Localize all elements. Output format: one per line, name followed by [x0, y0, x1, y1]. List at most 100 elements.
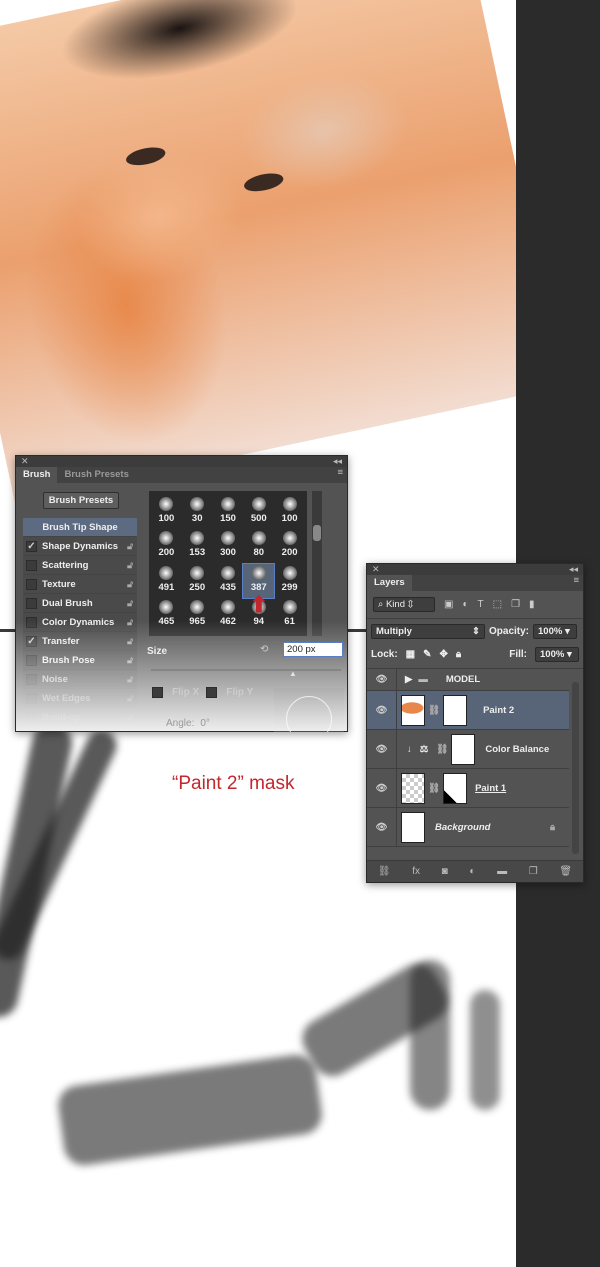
brush-tip[interactable]: 80: [243, 529, 274, 563]
layer-background[interactable]: 👁︎ Background 🔒︎: [367, 808, 569, 847]
brush-tip[interactable]: 465: [151, 598, 182, 632]
brush-tip[interactable]: 94 ⬆: [243, 592, 274, 632]
option-scattering[interactable]: Scattering 🔓︎: [23, 556, 137, 575]
close-icon[interactable]: ✕: [372, 564, 380, 575]
panel-menu-icon[interactable]: ≡: [337, 467, 347, 483]
type-filter-icon[interactable]: T: [478, 599, 484, 610]
brush-tip[interactable]: 30: [182, 495, 213, 529]
lock-icon[interactable]: 🔓︎: [127, 674, 133, 685]
filter-toggle[interactable]: ▮: [529, 599, 535, 610]
lock-icon[interactable]: 🔓︎: [127, 693, 133, 704]
lock-icon[interactable]: 🔓︎: [127, 541, 133, 552]
checkbox[interactable]: [26, 692, 37, 704]
brush-tip[interactable]: 965: [182, 598, 213, 632]
brush-tip[interactable]: 300: [213, 529, 244, 563]
lock-icon[interactable]: 🔓︎: [127, 655, 133, 666]
size-input[interactable]: 200 px: [283, 642, 343, 657]
brush-tip[interactable]: 150: [213, 495, 244, 529]
new-adjustment-icon[interactable]: ◐: [469, 866, 475, 877]
option-noise[interactable]: Noise 🔓︎: [23, 670, 137, 689]
brush-tip[interactable]: 491: [151, 564, 182, 598]
checkbox[interactable]: ✓: [26, 540, 37, 552]
tab-brush[interactable]: Brush: [16, 467, 58, 483]
blend-mode-select[interactable]: Multiply ⇕: [371, 624, 485, 639]
option-texture[interactable]: Texture 🔓︎: [23, 575, 137, 594]
brush-tip[interactable]: 200: [151, 529, 182, 563]
layer-mask-thumbnail[interactable]: [451, 733, 476, 765]
brush-tip[interactable]: 100: [151, 495, 182, 529]
brush-tip[interactable]: 153: [182, 529, 213, 563]
checkbox[interactable]: [26, 654, 37, 666]
scrollbar[interactable]: [312, 491, 322, 636]
layer-model-group[interactable]: 👁︎ ▶ ▬ MODEL: [367, 669, 569, 691]
slider-handle[interactable]: ▲: [289, 669, 297, 678]
brush-tip[interactable]: 61: [274, 598, 305, 632]
lock-icon[interactable]: 🔓︎: [127, 579, 133, 590]
expand-arrow-icon[interactable]: ▶: [405, 674, 412, 685]
lock-icon[interactable]: 🔓︎: [127, 598, 133, 609]
lock-all-icon[interactable]: 🔒︎: [456, 649, 461, 660]
new-layer-icon[interactable]: ❐: [529, 866, 538, 877]
option-transfer[interactable]: ✓ Transfer 🔓︎: [23, 632, 137, 651]
option-color-dynamics[interactable]: Color Dynamics 🔓︎: [23, 613, 137, 632]
brush-tip[interactable]: 250: [182, 564, 213, 598]
tab-brush-presets[interactable]: Brush Presets: [57, 467, 135, 483]
visibility-eye-icon[interactable]: 👁︎: [367, 730, 397, 768]
flip-y-checkbox[interactable]: [206, 687, 218, 698]
opacity-input[interactable]: 100% ▾: [533, 624, 578, 639]
checkbox[interactable]: [26, 616, 37, 628]
option-wet-edges[interactable]: Wet Edges 🔓︎: [23, 689, 137, 708]
layer-mask-thumbnail[interactable]: [443, 694, 468, 726]
layer-paint-2[interactable]: 👁︎ ⛓ Paint 2: [367, 691, 569, 730]
lock-position-icon[interactable]: ✥: [440, 649, 448, 660]
checkbox[interactable]: [26, 578, 37, 590]
lock-icon[interactable]: 🔓︎: [127, 560, 133, 571]
panel-menu-icon[interactable]: ≡: [573, 575, 583, 591]
checkbox[interactable]: ✓: [26, 635, 37, 647]
option-build-up[interactable]: Build-up 🔓︎: [23, 708, 137, 727]
delete-layer-icon[interactable]: 🗑︎: [559, 866, 572, 877]
layer-color-balance[interactable]: 👁︎ ↓ ⚖ ⛓ Color Balance: [367, 730, 569, 769]
collapse-icon[interactable]: ◂◂: [569, 564, 578, 575]
angle-value[interactable]: 0°: [200, 718, 210, 729]
checkbox[interactable]: [26, 711, 37, 723]
adjustment-filter-icon[interactable]: ◐: [462, 599, 468, 610]
brush-tip[interactable]: 200: [274, 529, 305, 563]
size-slider[interactable]: [151, 669, 341, 671]
checkbox[interactable]: [26, 597, 37, 609]
image-filter-icon[interactable]: ▣: [444, 599, 453, 610]
checkbox[interactable]: [26, 673, 37, 685]
brush-tip[interactable]: 462: [213, 598, 244, 632]
brush-tip[interactable]: 100: [274, 495, 305, 529]
brush-tip[interactable]: 435: [213, 564, 244, 598]
angle-roundness-widget[interactable]: [274, 688, 344, 732]
lock-transparent-icon[interactable]: ▦: [406, 649, 415, 660]
close-icon[interactable]: ✕: [21, 456, 29, 467]
visibility-eye-icon[interactable]: 👁︎: [367, 691, 397, 729]
brush-tip[interactable]: 500: [243, 495, 274, 529]
visibility-eye-icon[interactable]: 👁︎: [367, 769, 397, 807]
smart-object-filter-icon[interactable]: ❐: [511, 599, 520, 610]
new-group-icon[interactable]: ▬: [497, 866, 507, 877]
brush-tip[interactable]: 299: [274, 564, 305, 598]
brush-presets-button[interactable]: Brush Presets: [43, 492, 119, 509]
checkbox[interactable]: [26, 559, 37, 571]
filter-kind-select[interactable]: ⌕ Kind ⇕: [373, 597, 435, 612]
tab-layers[interactable]: Layers: [367, 575, 412, 591]
layer-paint-1[interactable]: 👁︎ ⛓ Paint 1: [367, 769, 569, 808]
option-brush-pose[interactable]: Brush Pose 🔓︎: [23, 651, 137, 670]
shape-filter-icon[interactable]: ⬚: [493, 599, 502, 610]
add-mask-icon[interactable]: ◙: [442, 866, 448, 877]
link-layers-icon[interactable]: ⛓: [378, 866, 391, 877]
fx-icon[interactable]: fx: [412, 866, 420, 877]
option-dual-brush[interactable]: Dual Brush 🔓︎: [23, 594, 137, 613]
visibility-eye-icon[interactable]: 👁︎: [367, 808, 397, 846]
lock-icon[interactable]: 🔓︎: [127, 636, 133, 647]
lock-icon[interactable]: 🔓︎: [127, 617, 133, 628]
fill-input[interactable]: 100% ▾: [535, 647, 579, 662]
option-shape-dynamics[interactable]: ✓ Shape Dynamics 🔓︎: [23, 537, 137, 556]
option-brush-tip-shape[interactable]: Brush Tip Shape: [23, 518, 137, 537]
layers-scrollbar[interactable]: [572, 682, 579, 854]
collapse-icon[interactable]: ◂◂: [333, 456, 342, 467]
flip-x-checkbox[interactable]: [152, 687, 163, 698]
